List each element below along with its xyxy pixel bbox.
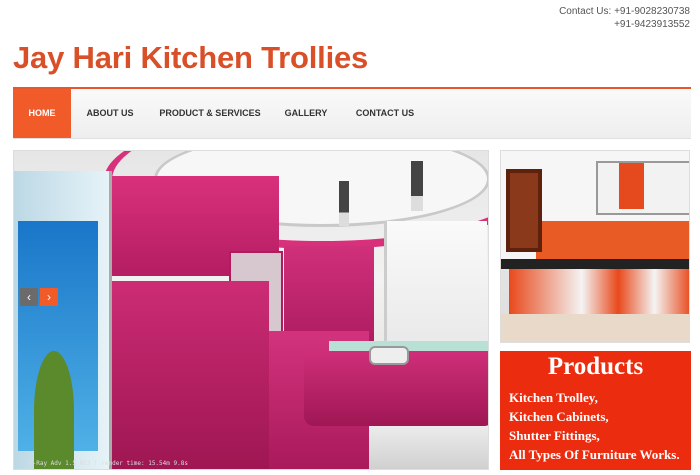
contact-phone-1: Contact Us: +91-9028230738 (559, 6, 690, 17)
nav-home[interactable]: HOME (13, 88, 71, 138)
side-kitchen-image (500, 150, 690, 343)
slider-next-icon[interactable]: › (40, 288, 58, 306)
products-title: Products (547, 353, 644, 380)
site-title[interactable]: Jay Hari Kitchen Trollies (13, 40, 368, 76)
title-underline (13, 87, 691, 89)
nav-gallery[interactable]: GALLERY (271, 88, 341, 138)
products-list-item: Kitchen Trolley, (509, 390, 598, 405)
slider-prev-icon[interactable]: ‹ (20, 288, 38, 306)
contact-info: Contact Us: +91-9028230738 +91-942391355… (559, 5, 690, 31)
products-banner[interactable]: Products Kitchen Trolley, Kitchen Cabine… (500, 351, 691, 470)
slider-image-kitchen (14, 151, 488, 469)
main-nav: HOME ABOUT US PRODUCT & SERVICES GALLERY… (13, 88, 691, 139)
contact-phone-2: +91-9423913552 (614, 19, 690, 30)
products-list: Kitchen Trolley, Kitchen Cabinets, Shutt… (509, 388, 680, 464)
products-list-item: All Types Of Furniture Works. (509, 447, 680, 462)
nav-product-services[interactable]: PRODUCT & SERVICES (149, 88, 271, 138)
products-list-item: Shutter Fittings, (509, 428, 600, 443)
nav-about-us[interactable]: ABOUT US (71, 88, 149, 138)
image-slider[interactable]: V-Ray Adv 1.5 RC3 | render time: 15.54m … (13, 150, 489, 470)
image-render-caption: V-Ray Adv 1.5 RC3 | render time: 15.54m … (29, 460, 188, 467)
nav-contact-us[interactable]: CONTACT US (341, 88, 429, 138)
products-list-item: Kitchen Cabinets, (509, 409, 609, 424)
